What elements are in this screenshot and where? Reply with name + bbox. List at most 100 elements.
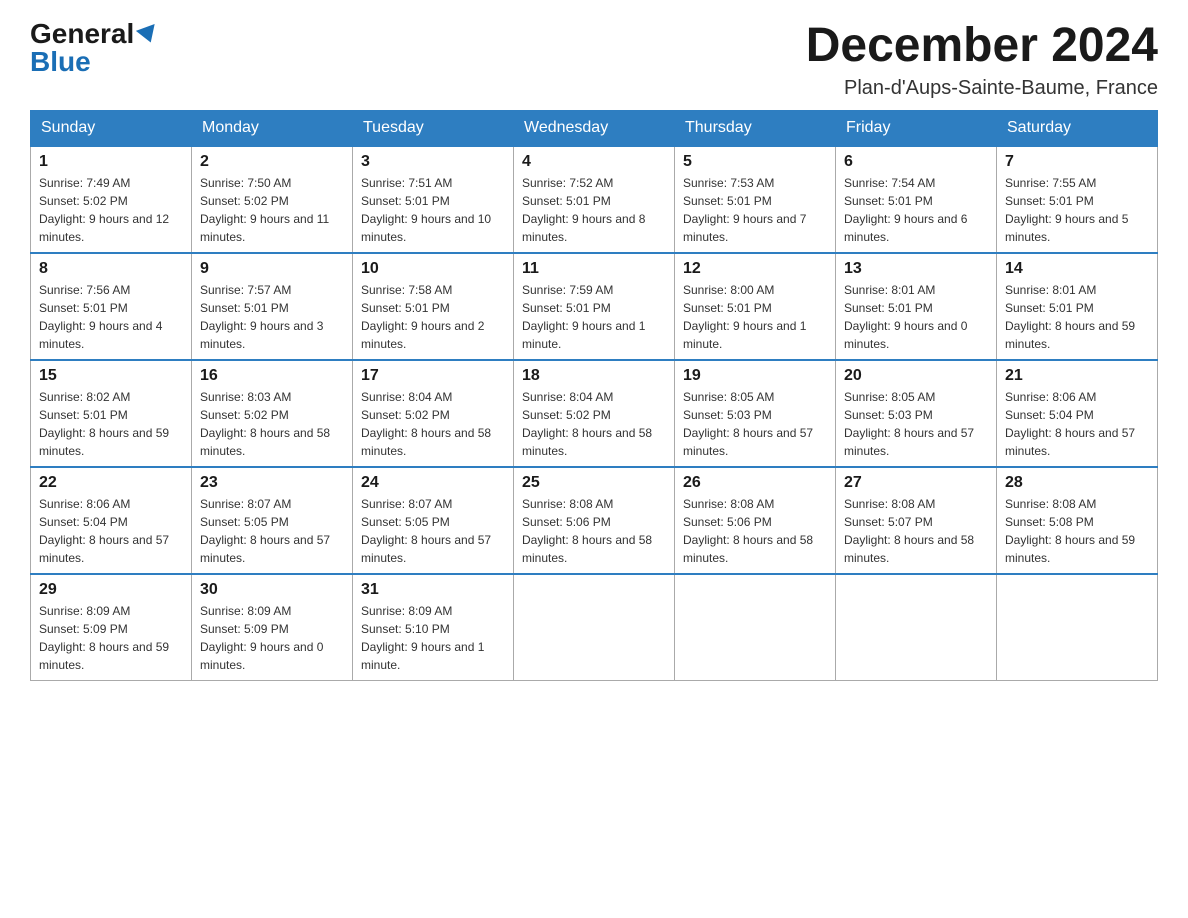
day-info: Sunrise: 7:57 AMSunset: 5:01 PMDaylight:… — [200, 281, 344, 353]
col-wednesday: Wednesday — [514, 110, 675, 146]
day-number: 28 — [1005, 474, 1149, 492]
table-row — [675, 574, 836, 681]
calendar-table: Sunday Monday Tuesday Wednesday Thursday… — [30, 110, 1158, 681]
table-row: 26 Sunrise: 8:08 AMSunset: 5:06 PMDaylig… — [675, 467, 836, 574]
day-info: Sunrise: 7:58 AMSunset: 5:01 PMDaylight:… — [361, 281, 505, 353]
calendar-week-1: 1 Sunrise: 7:49 AMSunset: 5:02 PMDayligh… — [31, 146, 1158, 253]
logo-blue: Blue — [30, 48, 91, 76]
day-info: Sunrise: 8:06 AMSunset: 5:04 PMDaylight:… — [39, 495, 183, 567]
day-info: Sunrise: 8:07 AMSunset: 5:05 PMDaylight:… — [361, 495, 505, 567]
day-info: Sunrise: 8:07 AMSunset: 5:05 PMDaylight:… — [200, 495, 344, 567]
day-number: 30 — [200, 581, 344, 599]
table-row: 11 Sunrise: 7:59 AMSunset: 5:01 PMDaylig… — [514, 253, 675, 360]
table-row: 8 Sunrise: 7:56 AMSunset: 5:01 PMDayligh… — [31, 253, 192, 360]
day-number: 10 — [361, 260, 505, 278]
table-row: 31 Sunrise: 8:09 AMSunset: 5:10 PMDaylig… — [353, 574, 514, 681]
col-friday: Friday — [836, 110, 997, 146]
table-row: 9 Sunrise: 7:57 AMSunset: 5:01 PMDayligh… — [192, 253, 353, 360]
day-number: 22 — [39, 474, 183, 492]
col-tuesday: Tuesday — [353, 110, 514, 146]
day-info: Sunrise: 8:06 AMSunset: 5:04 PMDaylight:… — [1005, 388, 1149, 460]
header-row: Sunday Monday Tuesday Wednesday Thursday… — [31, 110, 1158, 146]
table-row: 30 Sunrise: 8:09 AMSunset: 5:09 PMDaylig… — [192, 574, 353, 681]
day-number: 6 — [844, 153, 988, 171]
day-info: Sunrise: 7:51 AMSunset: 5:01 PMDaylight:… — [361, 174, 505, 246]
table-row: 13 Sunrise: 8:01 AMSunset: 5:01 PMDaylig… — [836, 253, 997, 360]
day-number: 5 — [683, 153, 827, 171]
day-number: 15 — [39, 367, 183, 385]
day-info: Sunrise: 7:49 AMSunset: 5:02 PMDaylight:… — [39, 174, 183, 246]
day-info: Sunrise: 8:05 AMSunset: 5:03 PMDaylight:… — [844, 388, 988, 460]
logo: General Blue — [30, 20, 158, 76]
table-row: 17 Sunrise: 8:04 AMSunset: 5:02 PMDaylig… — [353, 360, 514, 467]
table-row: 27 Sunrise: 8:08 AMSunset: 5:07 PMDaylig… — [836, 467, 997, 574]
day-number: 3 — [361, 153, 505, 171]
table-row: 14 Sunrise: 8:01 AMSunset: 5:01 PMDaylig… — [997, 253, 1158, 360]
location: Plan-d'Aups-Sainte-Baume, France — [806, 77, 1158, 100]
table-row: 18 Sunrise: 8:04 AMSunset: 5:02 PMDaylig… — [514, 360, 675, 467]
col-thursday: Thursday — [675, 110, 836, 146]
month-title: December 2024 — [806, 20, 1158, 73]
day-number: 31 — [361, 581, 505, 599]
table-row: 15 Sunrise: 8:02 AMSunset: 5:01 PMDaylig… — [31, 360, 192, 467]
day-info: Sunrise: 8:04 AMSunset: 5:02 PMDaylight:… — [361, 388, 505, 460]
logo-triangle-icon — [136, 24, 160, 46]
day-info: Sunrise: 8:02 AMSunset: 5:01 PMDaylight:… — [39, 388, 183, 460]
day-info: Sunrise: 7:59 AMSunset: 5:01 PMDaylight:… — [522, 281, 666, 353]
day-number: 13 — [844, 260, 988, 278]
day-info: Sunrise: 8:09 AMSunset: 5:09 PMDaylight:… — [200, 602, 344, 674]
table-row: 1 Sunrise: 7:49 AMSunset: 5:02 PMDayligh… — [31, 146, 192, 253]
day-number: 16 — [200, 367, 344, 385]
table-row: 16 Sunrise: 8:03 AMSunset: 5:02 PMDaylig… — [192, 360, 353, 467]
day-info: Sunrise: 8:09 AMSunset: 5:10 PMDaylight:… — [361, 602, 505, 674]
day-info: Sunrise: 8:01 AMSunset: 5:01 PMDaylight:… — [1005, 281, 1149, 353]
title-section: December 2024 Plan-d'Aups-Sainte-Baume, … — [806, 20, 1158, 100]
calendar-week-5: 29 Sunrise: 8:09 AMSunset: 5:09 PMDaylig… — [31, 574, 1158, 681]
day-number: 21 — [1005, 367, 1149, 385]
table-row: 28 Sunrise: 8:08 AMSunset: 5:08 PMDaylig… — [997, 467, 1158, 574]
table-row: 12 Sunrise: 8:00 AMSunset: 5:01 PMDaylig… — [675, 253, 836, 360]
logo-text: General — [30, 20, 158, 48]
day-info: Sunrise: 8:08 AMSunset: 5:08 PMDaylight:… — [1005, 495, 1149, 567]
day-info: Sunrise: 8:03 AMSunset: 5:02 PMDaylight:… — [200, 388, 344, 460]
page-header: General Blue December 2024 Plan-d'Aups-S… — [30, 20, 1158, 100]
day-number: 12 — [683, 260, 827, 278]
day-number: 4 — [522, 153, 666, 171]
day-number: 25 — [522, 474, 666, 492]
calendar-body: 1 Sunrise: 7:49 AMSunset: 5:02 PMDayligh… — [31, 146, 1158, 681]
table-row: 4 Sunrise: 7:52 AMSunset: 5:01 PMDayligh… — [514, 146, 675, 253]
day-info: Sunrise: 8:00 AMSunset: 5:01 PMDaylight:… — [683, 281, 827, 353]
day-info: Sunrise: 8:08 AMSunset: 5:07 PMDaylight:… — [844, 495, 988, 567]
day-info: Sunrise: 7:53 AMSunset: 5:01 PMDaylight:… — [683, 174, 827, 246]
table-row: 7 Sunrise: 7:55 AMSunset: 5:01 PMDayligh… — [997, 146, 1158, 253]
day-number: 14 — [1005, 260, 1149, 278]
day-info: Sunrise: 7:54 AMSunset: 5:01 PMDaylight:… — [844, 174, 988, 246]
calendar-week-3: 15 Sunrise: 8:02 AMSunset: 5:01 PMDaylig… — [31, 360, 1158, 467]
day-info: Sunrise: 7:55 AMSunset: 5:01 PMDaylight:… — [1005, 174, 1149, 246]
table-row: 24 Sunrise: 8:07 AMSunset: 5:05 PMDaylig… — [353, 467, 514, 574]
day-info: Sunrise: 8:09 AMSunset: 5:09 PMDaylight:… — [39, 602, 183, 674]
day-info: Sunrise: 8:08 AMSunset: 5:06 PMDaylight:… — [683, 495, 827, 567]
day-number: 26 — [683, 474, 827, 492]
table-row — [836, 574, 997, 681]
day-info: Sunrise: 8:05 AMSunset: 5:03 PMDaylight:… — [683, 388, 827, 460]
table-row: 29 Sunrise: 8:09 AMSunset: 5:09 PMDaylig… — [31, 574, 192, 681]
day-number: 23 — [200, 474, 344, 492]
day-number: 2 — [200, 153, 344, 171]
day-number: 1 — [39, 153, 183, 171]
table-row: 2 Sunrise: 7:50 AMSunset: 5:02 PMDayligh… — [192, 146, 353, 253]
table-row: 20 Sunrise: 8:05 AMSunset: 5:03 PMDaylig… — [836, 360, 997, 467]
day-info: Sunrise: 8:04 AMSunset: 5:02 PMDaylight:… — [522, 388, 666, 460]
col-saturday: Saturday — [997, 110, 1158, 146]
table-row: 22 Sunrise: 8:06 AMSunset: 5:04 PMDaylig… — [31, 467, 192, 574]
table-row: 5 Sunrise: 7:53 AMSunset: 5:01 PMDayligh… — [675, 146, 836, 253]
day-info: Sunrise: 8:08 AMSunset: 5:06 PMDaylight:… — [522, 495, 666, 567]
day-number: 24 — [361, 474, 505, 492]
calendar-week-2: 8 Sunrise: 7:56 AMSunset: 5:01 PMDayligh… — [31, 253, 1158, 360]
day-number: 27 — [844, 474, 988, 492]
day-number: 18 — [522, 367, 666, 385]
calendar-header: Sunday Monday Tuesday Wednesday Thursday… — [31, 110, 1158, 146]
day-number: 20 — [844, 367, 988, 385]
day-number: 19 — [683, 367, 827, 385]
table-row — [514, 574, 675, 681]
